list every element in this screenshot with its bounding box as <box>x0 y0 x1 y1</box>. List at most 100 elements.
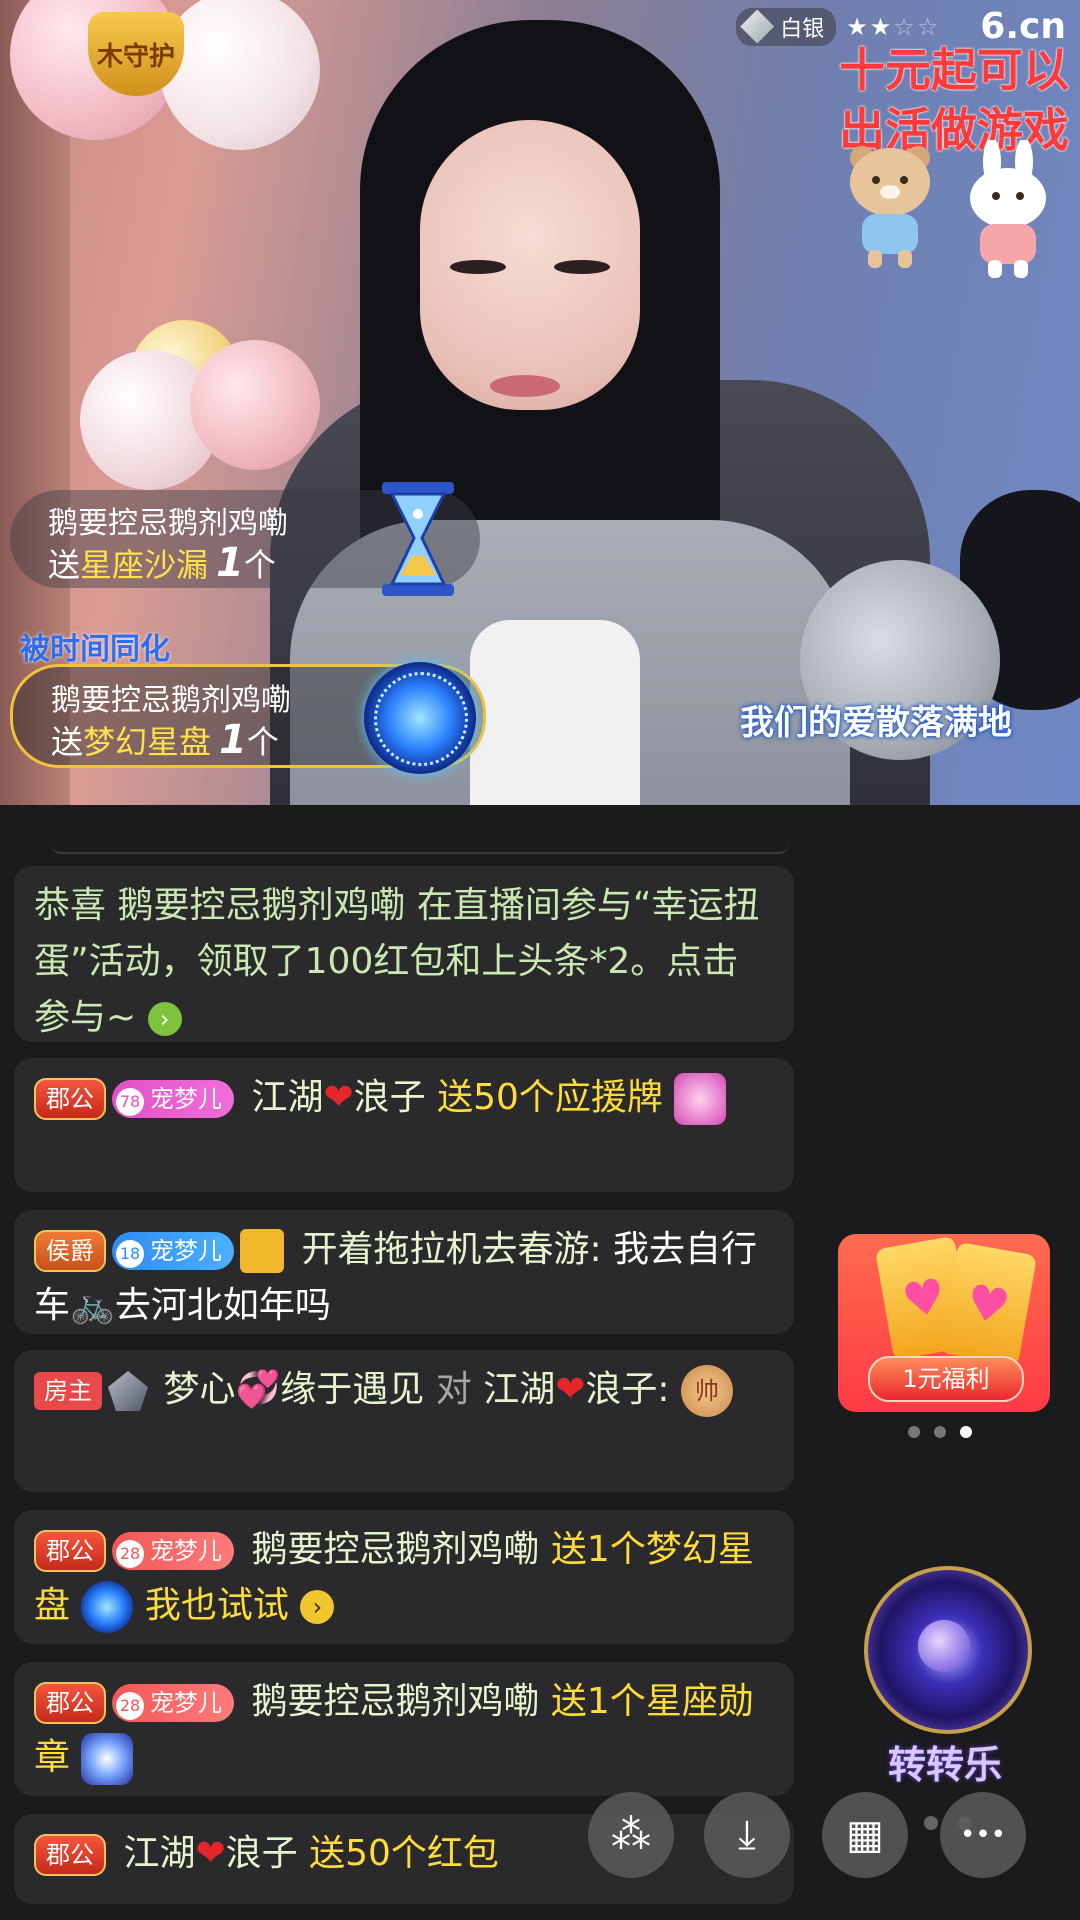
chat-username[interactable]: 开着拖拉机去春游: <box>301 1229 601 1270</box>
chat-message[interactable]: 郡公 江湖❤浪子 送50个红包 <box>14 1814 794 1904</box>
chat-text: 去河北如年吗 <box>114 1285 331 1326</box>
hearts-icon: 💞 <box>235 1369 281 1410</box>
fan-badge-level: 28 <box>116 1692 144 1720</box>
gift-popup-line: 送梦幻星盘 1个 <box>51 717 279 763</box>
fan-badge-level: 28 <box>116 1540 144 1568</box>
welfare-ad-card[interactable]: ♥ ♥ 1元福利 <box>838 1234 1050 1412</box>
username-part: 江湖 <box>123 1833 196 1874</box>
star-plate-gift-icon <box>364 662 476 774</box>
chat-message[interactable]: 房主 梦心💞缘于遇见 对 江湖❤浪子: 帅 <box>14 1350 794 1492</box>
rank-badge[interactable]: 白银 <box>736 7 837 46</box>
gift-popup-unit: 个 <box>246 723 279 761</box>
chat-message[interactable]: 侯爵 18 宠梦儿 开着拖拉机去春游: 我去自行车🚲去河北如年吗 <box>14 1210 794 1334</box>
gift-text: 送50个红包 <box>309 1833 499 1874</box>
try-it-arrow-icon[interactable]: › <box>300 1590 335 1624</box>
share-icon: ⁂ <box>611 1812 651 1858</box>
star-plate-gift-icon <box>81 1581 134 1633</box>
more-button[interactable]: ••• <box>940 1792 1026 1878</box>
guard-label: 木守护 <box>96 41 175 72</box>
room-owner-badge: 房主 <box>34 1372 102 1410</box>
noble-rank-badge: 郡公 <box>34 1834 106 1876</box>
eye <box>450 260 506 274</box>
chat-username[interactable]: 梦心💞缘于遇见 <box>163 1369 424 1410</box>
chat-message[interactable]: 郡公 78 宠梦儿 江湖❤浪子 送50个应援牌 <box>14 1058 794 1192</box>
stars-filled: ★★ <box>846 12 894 41</box>
share-button[interactable]: ⁂ <box>588 1792 674 1878</box>
noble-rank-badge: 侯爵 <box>34 1230 106 1272</box>
bear-icon <box>850 146 930 268</box>
chat-username[interactable]: 鹅要控忌鹅剂鸡嘞 <box>251 1529 539 1570</box>
chat-username[interactable]: 鹅要控忌鹅剂鸡嘞 <box>251 1681 539 1722</box>
heart-icon: ❤ <box>555 1369 586 1410</box>
noble-rank-badge: 郡公 <box>34 1078 106 1120</box>
gift-popup-unit: 个 <box>243 546 276 584</box>
fan-badge: 18 宠梦儿 <box>112 1232 234 1270</box>
username-part: 浪子 <box>225 1833 298 1874</box>
reply-to-label: 对 <box>435 1369 472 1410</box>
participate-arrow-icon[interactable]: › <box>147 1002 182 1036</box>
live-video[interactable]: 木守护 白银 ★★☆☆ 6.cn 十元起可以 出活做游戏 鹅要控忌鹅剂鸡嘞 送星… <box>0 0 1080 805</box>
bunny-icon <box>970 140 1046 278</box>
cheer-sign-gift-icon <box>674 1073 727 1125</box>
lyric-text: 我们的爱散落满地 <box>740 703 1012 743</box>
username-part: 江湖 <box>251 1077 324 1118</box>
fan-badge: 28 宠梦儿 <box>112 1684 234 1722</box>
fan-badge-level: 78 <box>116 1088 144 1116</box>
noble-rank-badge: 郡公 <box>34 1682 106 1724</box>
gift-text: 送50个应援牌 <box>437 1077 663 1118</box>
hourglass-gift-icon <box>382 482 454 596</box>
apps-grid-button[interactable]: ▦ <box>822 1792 908 1878</box>
noble-rank-badge: 郡公 <box>34 1530 106 1572</box>
star-plate-ring <box>374 672 468 766</box>
try-it-link[interactable]: 我也试试 <box>145 1585 289 1626</box>
download-button[interactable]: ⤓ <box>704 1792 790 1878</box>
fan-badge-label: 宠梦儿 <box>150 1085 222 1113</box>
welfare-ad-label: 1元福利 <box>868 1356 1024 1402</box>
shuai-emoji-icon: 帅 <box>681 1365 734 1417</box>
fan-badge-label: 宠梦儿 <box>150 1237 222 1265</box>
constellation-medal-icon <box>81 1733 134 1785</box>
silver-rank-icon <box>740 9 775 44</box>
stars-empty: ☆☆ <box>893 12 941 41</box>
download-icon: ⤓ <box>738 1812 756 1858</box>
rank-label: 白银 <box>780 16 825 42</box>
grid-icon: ▦ <box>846 1812 884 1858</box>
system-message-text: 恭喜 鹅要控忌鹅剂鸡嘞 在直播间参与“幸运扭蛋”活动，领取了100红包和上头条*… <box>34 885 760 1038</box>
page-dot <box>924 1816 938 1830</box>
spin-wheel-icon[interactable] <box>864 1566 1032 1734</box>
gift-popup-prefix: 送 <box>51 723 84 761</box>
username-part: 梦心 <box>163 1369 236 1410</box>
gift-popup-user: 鹅要控忌鹅剂鸡嘞 <box>51 683 291 718</box>
username-part: 缘于遇见 <box>280 1369 425 1410</box>
promo-line-1: 十元起可以 <box>839 43 1069 97</box>
chat-system-message[interactable]: 恭喜 鹅要控忌鹅剂鸡嘞 在直播间参与“幸运扭蛋”活动，领取了100红包和上头条*… <box>14 866 794 1042</box>
reply-target-username[interactable]: 江湖❤浪子: <box>483 1369 669 1410</box>
spin-wheel-label[interactable]: 转转乐 <box>860 1734 1030 1789</box>
gift-popup-count: 1 <box>216 540 244 586</box>
bicycle-icon: 🚲 <box>70 1285 115 1326</box>
fan-badge-level: 18 <box>116 1240 144 1268</box>
heart-icon: ❤ <box>323 1077 354 1118</box>
gem-rank-icon <box>108 1371 148 1411</box>
float-title: 被时间同化 <box>20 632 170 667</box>
carousel-dot-active[interactable] <box>960 1426 972 1438</box>
lips <box>490 375 560 397</box>
username-part: 浪子: <box>585 1369 670 1410</box>
chat-message[interactable]: 郡公 28 宠梦儿 鹅要控忌鹅剂鸡嘞 送1个梦幻星盘 我也试试 › <box>14 1510 794 1644</box>
chat-username[interactable]: 江湖❤浪子 <box>123 1833 297 1874</box>
chat-username[interactable]: 江湖❤浪子 <box>251 1077 425 1118</box>
chat-message[interactable]: 郡公 28 宠梦儿 鹅要控忌鹅剂鸡嘞 送1个星座勋章 <box>14 1662 794 1796</box>
more-icon: ••• <box>959 1820 1006 1850</box>
balloon <box>190 340 320 470</box>
fan-badge: 28 宠梦儿 <box>112 1532 234 1570</box>
balloon <box>160 0 320 150</box>
carousel-indicator <box>908 1426 972 1438</box>
user-avatar-icon <box>240 1229 284 1273</box>
fan-badge-label: 宠梦儿 <box>150 1537 222 1565</box>
chat-message-partial <box>50 842 790 854</box>
spin-wheel-core <box>918 1620 970 1672</box>
carousel-dot[interactable] <box>934 1426 946 1438</box>
fan-badge: 78 宠梦儿 <box>112 1080 234 1118</box>
carousel-dot[interactable] <box>908 1426 920 1438</box>
username-part: 江湖 <box>483 1369 556 1410</box>
